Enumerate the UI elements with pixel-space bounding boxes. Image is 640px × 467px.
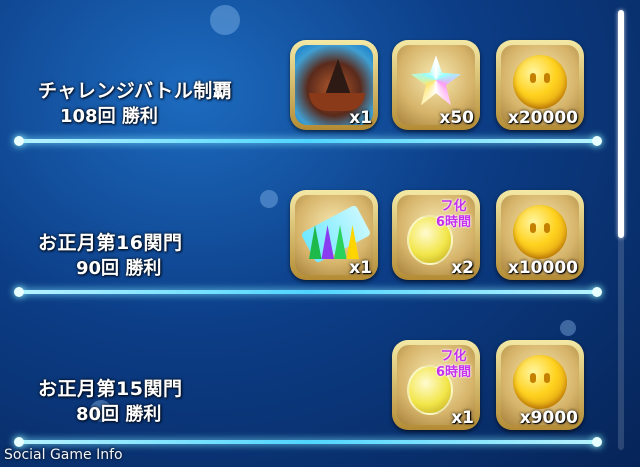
reward-item[interactable]: x20000 <box>496 40 584 130</box>
row-divider <box>14 136 602 146</box>
potion-tag-line1: フ化 <box>440 199 467 214</box>
reward-quantity: x9000 <box>519 408 578 428</box>
gold-coin-icon <box>513 354 567 409</box>
reward-quantity: x2 <box>451 258 474 278</box>
reward-quantity: x1 <box>349 258 372 278</box>
reward-item[interactable]: x9000 <box>496 340 584 430</box>
crystal-icon <box>411 55 461 106</box>
reward-item[interactable]: フ化 6時間 x2 <box>392 190 480 280</box>
mission-title: チャレンジバトル制覇 <box>38 80 233 102</box>
scrollbar-thumb[interactable] <box>618 10 624 238</box>
win-count: 108回 勝利 <box>60 106 158 127</box>
potion-tag-line2: 6時間 <box>435 365 471 380</box>
gold-coin-icon <box>513 54 567 109</box>
mission-row: お正月第15関門 80回 勝利 フ化 6時間 x1 x9000 <box>0 300 612 450</box>
mission-title: お正月第15関門 <box>38 378 183 400</box>
win-count: 80回 勝利 <box>76 404 162 425</box>
reward-quantity: x1 <box>349 108 372 128</box>
mission-title: お正月第16関門 <box>38 232 183 254</box>
potion-tag-line1: フ化 <box>440 349 467 364</box>
row-divider <box>14 437 602 447</box>
reward-item[interactable]: x50 <box>392 40 480 130</box>
gold-coin-icon <box>513 204 567 259</box>
reward-item[interactable]: x1 <box>290 40 378 130</box>
reward-item[interactable]: x1 <box>290 190 378 280</box>
potion-tag-line2: 6時間 <box>435 215 471 230</box>
win-count: 90回 勝利 <box>76 258 162 279</box>
potion-duration-tag: フ化 6時間 <box>436 199 471 231</box>
potion-duration-tag: フ化 6時間 <box>436 349 471 381</box>
mission-row: お正月第16関門 90回 勝利 x1 フ化 6時間 x2 x10000 <box>0 150 612 300</box>
reward-item[interactable]: フ化 6時間 x1 <box>392 340 480 430</box>
row-divider <box>14 287 602 297</box>
reward-quantity: x1 <box>451 408 474 428</box>
reward-quantity: x50 <box>439 108 474 128</box>
reward-quantity: x20000 <box>507 108 578 128</box>
mission-row: チャレンジバトル制覇 108回 勝利 x1 x50 x20000 <box>0 0 612 150</box>
watermark: Social Game Info <box>4 447 123 463</box>
reward-quantity: x10000 <box>507 258 578 278</box>
reward-item[interactable]: x10000 <box>496 190 584 280</box>
